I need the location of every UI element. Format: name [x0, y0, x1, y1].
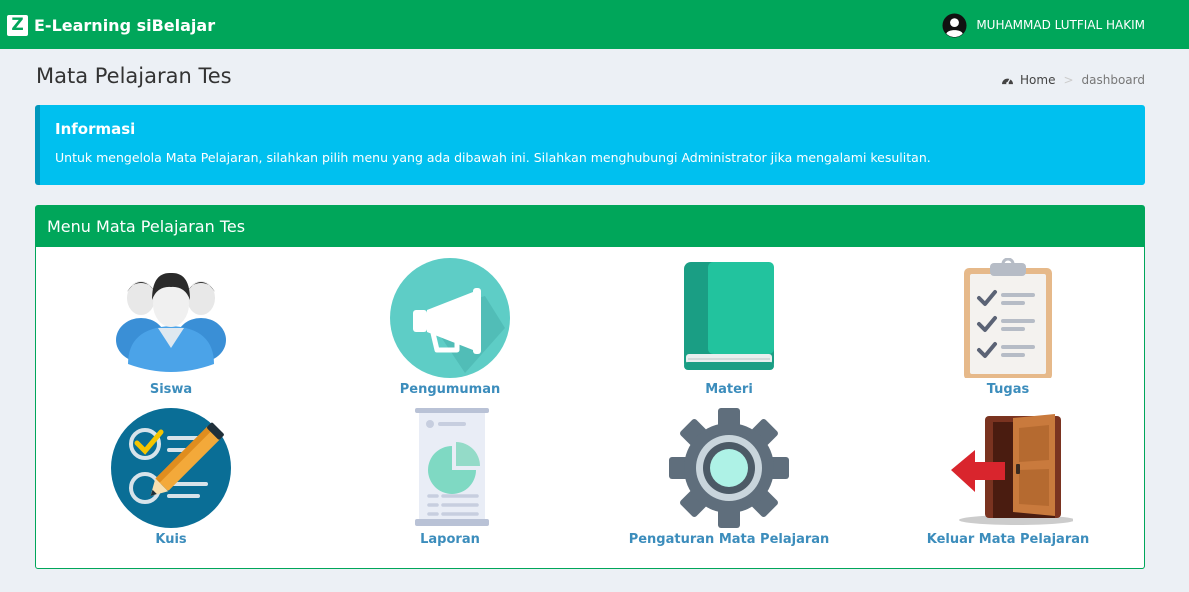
menu-box: Menu Mata Pelajaran Tes Siswa Pengumuman…: [35, 205, 1145, 569]
menu-tile-kuis[interactable]: Kuis: [51, 408, 291, 547]
menu-label-siswa: Siswa: [149, 382, 193, 397]
app-title: E-Learning siBelajar: [34, 15, 216, 35]
user-avatar-icon: [942, 12, 967, 38]
report-icon: [415, 408, 489, 526]
menu-label-tugas: Tugas: [986, 382, 1030, 397]
top-navbar: Z E-Learning siBelajar MUHAMMAD LUTFIAL …: [0, 0, 1189, 49]
info-text: Untuk mengelola Mata Pelajaran, silahkan…: [55, 150, 931, 165]
breadcrumb-home-link[interactable]: Home: [1001, 73, 1055, 87]
megaphone-icon: [390, 258, 510, 378]
menu-tile-pengaturan[interactable]: Pengaturan Mata Pelajaran: [609, 408, 849, 547]
gear-icon: [669, 408, 789, 528]
menu-label-materi: Materi: [705, 382, 753, 397]
quiz-pencil-icon: [111, 408, 231, 528]
students-icon: [116, 272, 226, 372]
breadcrumb: Home > dashboard: [1001, 73, 1145, 87]
breadcrumb-separator: >: [1063, 73, 1074, 87]
app-logo-icon: Z: [7, 14, 28, 36]
user-name: MUHAMMAD LUTFIAL HAKIM: [976, 18, 1145, 32]
menu-label-pengumuman: Pengumuman: [399, 382, 501, 397]
book-icon: [684, 262, 774, 370]
page-title: Mata Pelajaran Tes: [36, 64, 232, 88]
menu-tile-pengumuman[interactable]: Pengumuman: [330, 258, 570, 397]
menu-label-keluar: Keluar Mata Pelajaran: [926, 532, 1090, 547]
breadcrumb-home-label: Home: [1020, 73, 1056, 87]
breadcrumb-current: dashboard: [1081, 73, 1145, 87]
info-title: Informasi: [55, 120, 136, 138]
menu-tile-tugas[interactable]: Tugas: [888, 258, 1128, 397]
dashboard-icon: [1002, 77, 1014, 85]
user-menu[interactable]: MUHAMMAD LUTFIAL HAKIM: [942, 12, 1145, 38]
menu-label-kuis: Kuis: [155, 532, 187, 547]
menu-label-pengaturan: Pengaturan Mata Pelajaran: [628, 532, 830, 547]
menu-tile-laporan[interactable]: Laporan: [330, 408, 570, 547]
info-callout: Informasi Untuk mengelola Mata Pelajaran…: [35, 105, 1145, 185]
app-brand-link[interactable]: Z E-Learning siBelajar: [7, 13, 215, 37]
clipboard-checklist-icon: [964, 258, 1052, 378]
menu-tile-siswa[interactable]: Siswa: [51, 258, 291, 397]
menu-tile-keluar[interactable]: Keluar Mata Pelajaran: [888, 408, 1128, 547]
menu-box-header: Menu Mata Pelajaran Tes: [36, 206, 1144, 247]
menu-tile-materi[interactable]: Materi: [609, 258, 849, 397]
exit-door-icon: [951, 414, 1073, 525]
menu-label-laporan: Laporan: [420, 532, 480, 547]
